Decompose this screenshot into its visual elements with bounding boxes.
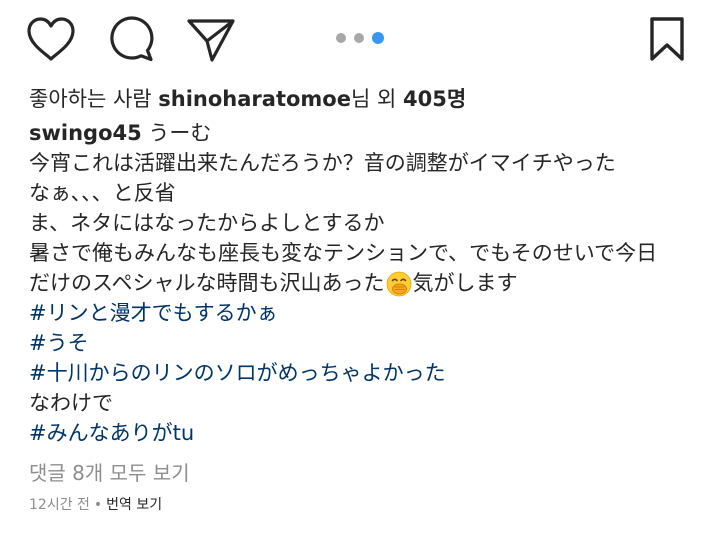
carousel-indicator [336, 32, 384, 44]
carousel-dot-active [372, 32, 384, 44]
carousel-dot [354, 33, 364, 43]
caption-text: うーむ [141, 121, 212, 145]
post-timestamp: 12시간 전 [29, 497, 90, 513]
author-username[interactable]: swingo45 [29, 121, 142, 145]
likes-count[interactable]: 405명 [403, 87, 466, 111]
likes-summary[interactable]: 좋아하는 사람 shinoharatomoe님 외 405명 [29, 84, 709, 114]
post-action-bar [0, 0, 720, 78]
comment-icon [110, 16, 154, 62]
caption-line: 暑さで俺もみんなも座長も変なテンションで、でもそのせいで今日 [29, 241, 658, 265]
caption-line: なわけで [29, 391, 113, 415]
heart-icon [27, 17, 75, 61]
liker-username[interactable]: shinoharatomoe [158, 87, 351, 111]
post-details: 좋아하는 사람 shinoharatomoe님 외 405명 swingo45 … [29, 84, 709, 516]
face-with-hand-over-mouth-icon [386, 271, 411, 297]
post-meta: 12시간 전 • 번역 보기 [29, 494, 709, 516]
likes-prefix: 좋아하는 사람 [29, 87, 159, 111]
bookmark-icon [650, 17, 684, 61]
comment-button[interactable] [104, 12, 158, 66]
share-button[interactable] [184, 12, 238, 66]
caption-line: 気がします [412, 271, 518, 295]
hashtag-link[interactable]: #十川からのリンのソロがめっちゃよかった [29, 361, 446, 385]
share-icon [187, 19, 235, 62]
hashtag-link[interactable]: #みんなありがtu [29, 421, 194, 445]
save-button[interactable] [640, 12, 694, 66]
likes-middle: 님 외 [350, 87, 403, 111]
view-all-comments-link[interactable]: 댓글 8개 모두 보기 [29, 458, 190, 488]
carousel-dot [336, 33, 346, 43]
caption-line: 今宵これは活躍出来たんだろうか？音の調整がイマイチやった [29, 151, 616, 175]
caption-line: なぁ、、、と反省 [29, 181, 176, 205]
meta-separator: • [93, 497, 103, 513]
caption-line: だけのスペシャルな時間も沢山あった [29, 271, 385, 295]
like-button[interactable] [24, 12, 78, 66]
caption-line: ま、ネタにはなったからよしとするか [29, 211, 385, 235]
post-caption: swingo45 うーむ 今宵これは活躍出来たんだろうか？音の調整がイマイチやっ… [29, 118, 709, 448]
hashtag-link[interactable]: #うそ [29, 331, 89, 355]
hashtag-link[interactable]: #リンと漫才でもするかぁ [29, 301, 278, 325]
see-translation-link[interactable]: 번역 보기 [106, 497, 162, 513]
